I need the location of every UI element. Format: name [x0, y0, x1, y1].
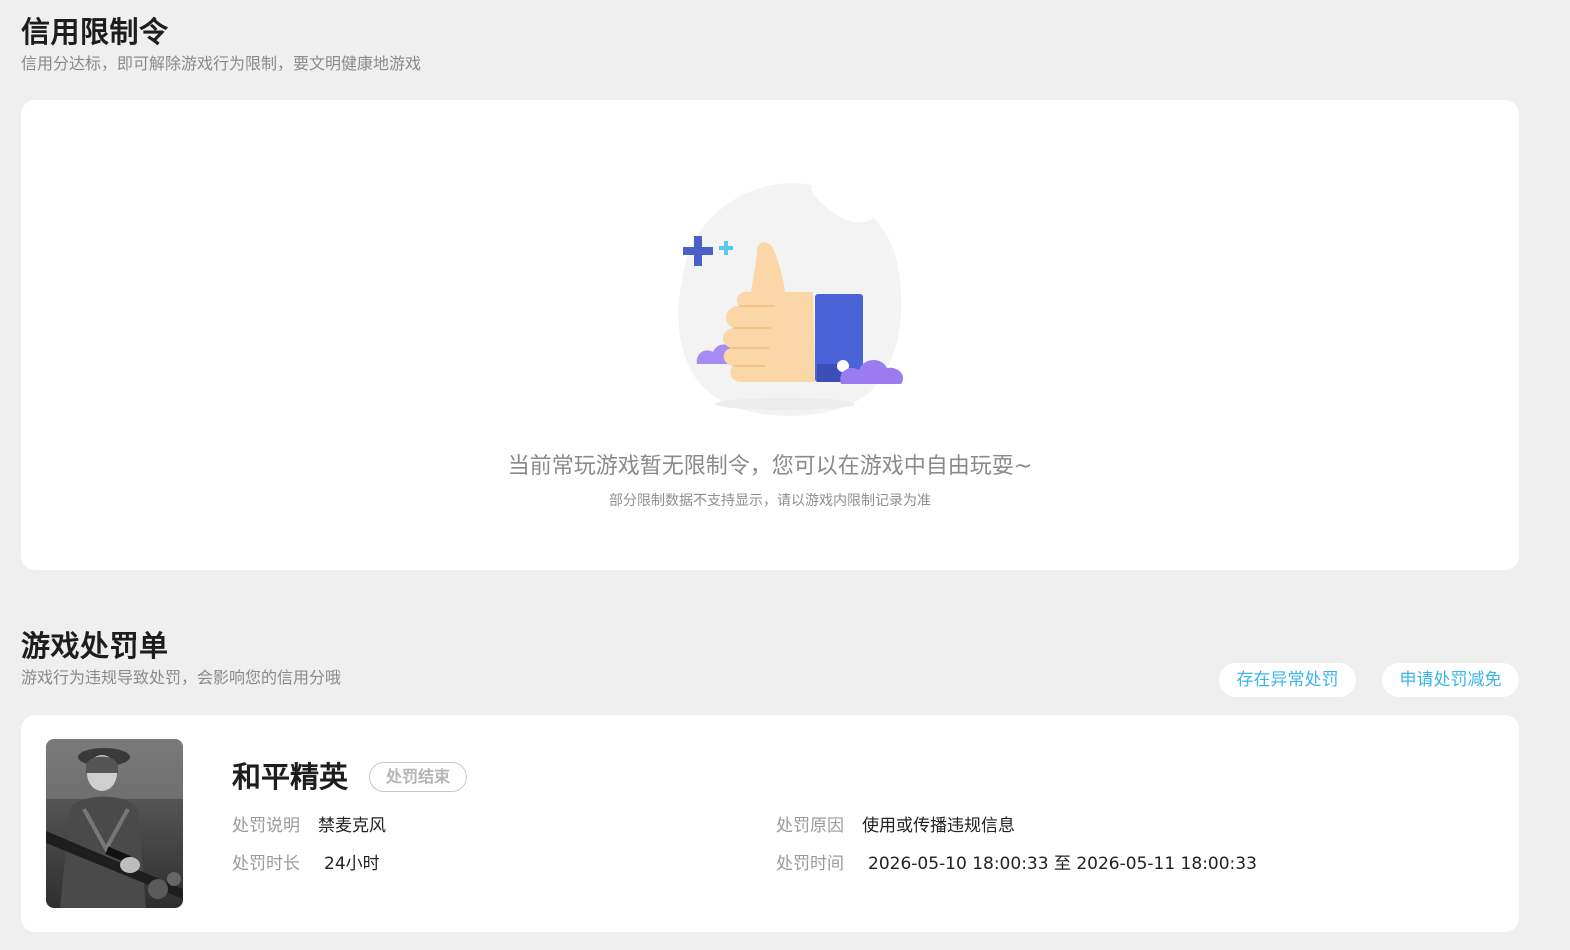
penalty-record-card[interactable]: 和平精英 处罚结束 处罚说明 禁麦克风 处罚时长 24小时 处罚原因 使用或传播违规信… — [21, 715, 1519, 932]
credit-section-title: 信用限制令 — [21, 15, 169, 49]
abnormal-penalty-button[interactable]: 存在异常处罚 — [1219, 663, 1356, 697]
apply-reduction-button[interactable]: 申请处罚减免 — [1382, 663, 1519, 697]
penalty-time-label: 处罚时间 — [776, 854, 844, 874]
penalty-time-row: 处罚时间 2026-05-10 18:00:33 至 2026-05-11 18:… — [776, 852, 1257, 876]
penalty-duration-value: 24小时 — [324, 854, 380, 874]
penalty-time-value: 2026-05-10 18:00:33 至 2026-05-11 18:00:3… — [868, 854, 1257, 874]
penalty-section-title: 游戏处罚单 — [21, 629, 169, 663]
penalty-duration-row: 处罚时长 24小时 — [232, 852, 380, 876]
penalty-section-header: 游戏处罚单 游戏行为违规导致处罚，会影响您的信用分哦 — [21, 628, 341, 689]
credit-section-header: 信用限制令 信用分达标，即可解除游戏行为限制，要文明健康地游戏 — [21, 14, 421, 75]
game-cover-image — [46, 739, 183, 908]
credit-section-subtitle: 信用分达标，即可解除游戏行为限制，要文明健康地游戏 — [21, 54, 422, 73]
penalty-duration-label: 处罚时长 — [232, 854, 300, 874]
penalty-description-label: 处罚说明 — [232, 816, 300, 836]
game-name: 和平精英 — [232, 760, 349, 794]
empty-state-message: 当前常玩游戏暂无限制令，您可以在游戏中自由玩耍~ — [507, 454, 1033, 479]
credit-empty-card: 当前常玩游戏暂无限制令，您可以在游戏中自由玩耍~ 部分限制数据不支持显示，请以游… — [21, 100, 1519, 570]
penalty-description-value: 禁麦克风 — [318, 816, 386, 836]
penalty-reason-row: 处罚原因 使用或传播违规信息 — [776, 814, 1015, 838]
thumbs-up-illustration — [678, 179, 904, 416]
empty-state-note: 部分限制数据不支持显示，请以游戏内限制记录为准 — [609, 493, 931, 509]
penalty-reason-value: 使用或传播违规信息 — [862, 816, 1015, 836]
penalty-section-subtitle: 游戏行为违规导致处罚，会影响您的信用分哦 — [21, 668, 342, 687]
penalty-status-badge: 处罚结束 — [369, 762, 468, 792]
penalty-description-row: 处罚说明 禁麦克风 — [232, 814, 386, 838]
penalty-reason-label: 处罚原因 — [776, 816, 844, 836]
